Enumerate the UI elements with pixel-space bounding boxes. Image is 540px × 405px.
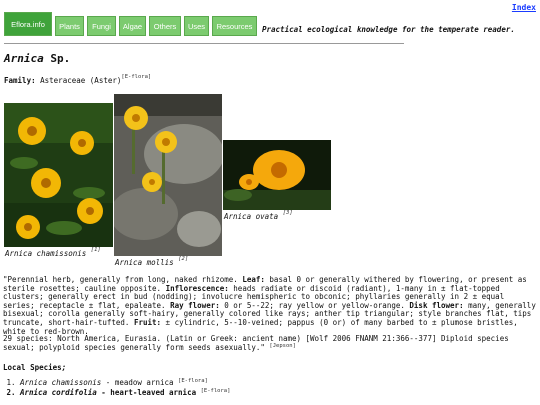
local-species-heading: Local Species; <box>3 363 66 372</box>
genus-name: Arnica <box>4 52 44 65</box>
distribution-paragraph: 29 species: North America, Eurasia. (Lat… <box>3 334 537 352</box>
nav-fungi[interactable]: Fungi <box>87 16 116 36</box>
flower-photo-1 <box>4 103 113 247</box>
page-title: Arnica Sp. <box>4 52 70 65</box>
family-label: Family: <box>4 76 36 85</box>
species-link[interactable]: Arnica chamissonis <box>20 378 101 387</box>
flower-photo-2 <box>110 94 224 256</box>
local-species-title: Local Species <box>3 363 62 372</box>
distribution-text: 29 species: North America, Eurasia. (Lat… <box>3 334 509 352</box>
local-species-colon: ; <box>61 363 67 372</box>
header-divider <box>4 43 404 44</box>
flower-photo-3 <box>223 140 331 210</box>
family-line: Family: Asteraceae (Aster)[E-flora] <box>4 74 151 85</box>
nav-uses[interactable]: Uses <box>184 16 209 36</box>
species-ref[interactable]: [E-flora] <box>178 378 208 384</box>
photo-ref-3[interactable]: [3] <box>283 210 293 216</box>
family-value: Asteraceae (Aster) <box>35 76 122 85</box>
main-nav: Eflora.info Plants Fungi Algae Others Us… <box>4 12 515 36</box>
species-ref[interactable]: [E-flora] <box>201 388 231 394</box>
caption-text-1: Arnica chamissonis <box>5 249 87 258</box>
species-common-name: - heart-leaved arnica <box>96 388 201 397</box>
nav-eflora[interactable]: Eflora.info <box>4 12 52 36</box>
caption-arnica-mollis: Arnica mollis [2] <box>115 256 188 267</box>
caption-text-2: Arnica mollis <box>115 258 174 267</box>
nav-plants[interactable]: Plants <box>55 16 84 36</box>
species-link[interactable]: Arnica cordifolia <box>20 388 97 397</box>
index-link[interactable]: Index <box>512 3 536 12</box>
fruit-label: Fruit: <box>133 317 162 327</box>
caption-arnica-ovata: Arnica ovata [3] <box>224 210 293 221</box>
description-paragraph: "Perennial herb, generally from long, na… <box>3 275 537 336</box>
caption-text-3: Arnica ovata <box>224 212 279 221</box>
photo-arnica-chamissonis[interactable] <box>4 103 113 247</box>
nav-resources[interactable]: Resources <box>212 16 257 36</box>
nav-others[interactable]: Others <box>149 16 181 36</box>
list-item: Arnica chamissonis - meadow arnica [E-fl… <box>20 378 230 388</box>
photo-ref-2[interactable]: [2] <box>178 256 188 262</box>
photo-ref-1[interactable]: [1] <box>91 247 101 253</box>
site-tagline: Practical ecological knowledge for the t… <box>262 25 515 34</box>
title-suffix: Sp. <box>43 52 71 65</box>
nav-algae[interactable]: Algae <box>119 16 146 36</box>
caption-arnica-chamissonis: Arnica chamissonis [1] <box>5 247 101 258</box>
species-common-name: - meadow arnica <box>101 378 179 387</box>
jepson-ref[interactable]: [Jepson] <box>269 343 296 349</box>
local-species-list: Arnica chamissonis - meadow arnica [E-fl… <box>3 378 230 398</box>
photo-arnica-ovata[interactable] <box>223 140 331 210</box>
family-ref[interactable]: [E-flora] <box>121 74 151 80</box>
list-item: Arnica cordifolia - heart-leaved arnica … <box>20 388 230 398</box>
photo-arnica-mollis[interactable] <box>110 94 224 256</box>
